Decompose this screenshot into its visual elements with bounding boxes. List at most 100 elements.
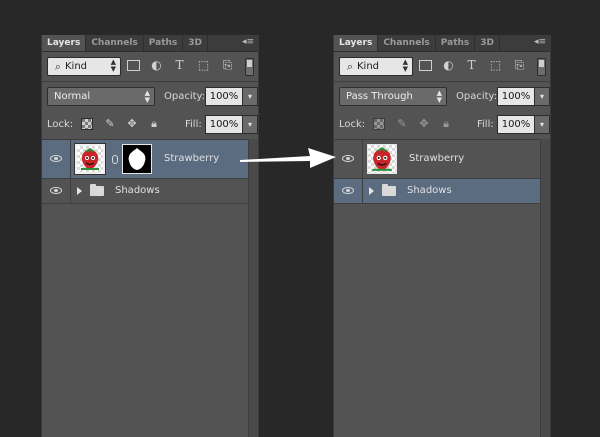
- chevron-updown-icon: ▲ ▼: [402, 58, 408, 73]
- filter-kind-select[interactable]: ⌕ Kind ▲ ▼: [47, 57, 121, 76]
- opacity-dropdown-button[interactable]: ▾: [534, 87, 550, 106]
- search-icon: ⌕: [54, 59, 62, 73]
- layer-thumbnail[interactable]: [74, 143, 106, 175]
- fill-label: Fill:: [185, 119, 202, 130]
- fill-dropdown-button[interactable]: ▾: [242, 115, 258, 134]
- layers-panel-before: Layers Channels Paths 3D ◂≡ ⌕ Kind ▲ ▼ ◐ …: [41, 35, 259, 437]
- panel-tab-bar: Layers Channels Paths 3D ◂≡: [42, 35, 258, 52]
- layer-thumbnail[interactable]: [367, 144, 397, 174]
- filter-toggle-switch[interactable]: [537, 58, 546, 76]
- shape-filter-icon[interactable]: ⬚: [488, 58, 503, 73]
- image-filter-icon[interactable]: [127, 60, 140, 71]
- lock-image-icon[interactable]: ✎: [396, 118, 408, 130]
- panel-menu-icon[interactable]: ◂≡: [242, 37, 254, 47]
- layer-row-shadows[interactable]: Shadows: [334, 179, 541, 204]
- layer-mask-thumbnail[interactable]: [122, 144, 152, 174]
- opacity-label: Opacity:: [456, 91, 498, 102]
- filter-toggle-switch[interactable]: [245, 58, 254, 76]
- tab-layers[interactable]: Layers: [42, 35, 87, 51]
- lock-all-icon[interactable]: 🔒︎: [440, 118, 452, 130]
- chevron-updown-icon: ▲ ▼: [110, 58, 116, 73]
- tab-3d[interactable]: 3D: [183, 35, 208, 51]
- lock-position-icon[interactable]: ✥: [418, 118, 430, 130]
- visibility-toggle[interactable]: [42, 179, 71, 203]
- layers-panel-after: Layers Channels Paths 3D ◂≡ ⌕ Kind ▲ ▼ ◐ …: [333, 35, 551, 437]
- lock-label: Lock:: [339, 119, 366, 130]
- folder-icon: [382, 184, 396, 196]
- opacity-input[interactable]: 100%: [497, 87, 535, 106]
- visibility-toggle[interactable]: [334, 179, 363, 203]
- tab-paths[interactable]: Paths: [436, 35, 476, 51]
- mask-link-icon[interactable]: [112, 155, 118, 164]
- layer-row-strawberry[interactable]: Strawberry: [334, 140, 541, 179]
- eye-icon: [342, 155, 354, 162]
- blend-mode-select[interactable]: Pass Through ▲ ▼: [339, 87, 447, 106]
- tab-channels[interactable]: Channels: [86, 35, 144, 51]
- right-arrow-icon: [240, 148, 336, 168]
- layer-name: Strawberry: [409, 153, 465, 164]
- mask-shape-icon: [128, 148, 146, 170]
- adjustment-filter-icon[interactable]: ◐: [441, 58, 456, 73]
- layer-name: Shadows: [407, 185, 452, 196]
- layers-scrollbar[interactable]: [248, 139, 258, 437]
- lock-label: Lock:: [47, 119, 74, 130]
- strawberry-thumbnail-icon: [81, 148, 99, 170]
- layers-list: Strawberry Shadows: [42, 139, 249, 437]
- fill-input[interactable]: 100%: [497, 115, 535, 134]
- chevron-updown-icon: ▲ ▼: [144, 89, 150, 104]
- tab-channels[interactable]: Channels: [378, 35, 436, 51]
- eye-icon: [342, 187, 354, 194]
- strawberry-thumbnail-icon: [372, 147, 392, 171]
- visibility-toggle[interactable]: [42, 140, 71, 178]
- folder-icon: [90, 184, 104, 196]
- blend-mode-select[interactable]: Normal ▲ ▼: [47, 87, 155, 106]
- opacity-input[interactable]: 100%: [205, 87, 243, 106]
- layer-row-shadows[interactable]: Shadows: [42, 179, 249, 204]
- fill-label: Fill:: [477, 119, 494, 130]
- tab-layers[interactable]: Layers: [334, 35, 379, 51]
- filter-kind-label: Kind: [65, 61, 88, 72]
- image-filter-icon[interactable]: [419, 60, 432, 71]
- blend-row: Normal ▲ ▼ Opacity: 100% ▾: [42, 82, 258, 110]
- expand-triangle-icon[interactable]: [77, 187, 82, 195]
- layers-scrollbar[interactable]: [540, 139, 550, 437]
- shape-filter-icon[interactable]: ⬚: [196, 58, 211, 73]
- fill-input[interactable]: 100%: [205, 115, 243, 134]
- blend-mode-value: Normal: [54, 91, 91, 102]
- expand-triangle-icon[interactable]: [369, 187, 374, 195]
- search-icon: ⌕: [346, 59, 354, 73]
- type-filter-icon[interactable]: T: [464, 58, 479, 73]
- lock-image-icon[interactable]: ✎: [104, 118, 116, 130]
- blend-row: Pass Through ▲ ▼ Opacity: 100% ▾: [334, 82, 550, 110]
- opacity-label: Opacity:: [164, 91, 206, 102]
- blend-mode-value: Pass Through: [346, 91, 413, 102]
- layer-name: Shadows: [115, 185, 160, 196]
- eye-icon: [50, 155, 62, 162]
- layer-row-strawberry[interactable]: Strawberry: [42, 140, 249, 179]
- lock-position-icon[interactable]: ✥: [126, 118, 138, 130]
- filter-row: ⌕ Kind ▲ ▼ ◐ T ⬚ ⎘: [334, 52, 550, 81]
- filter-kind-select[interactable]: ⌕ Kind ▲ ▼: [339, 57, 413, 76]
- lock-all-icon[interactable]: 🔒︎: [148, 118, 160, 130]
- layer-name: Strawberry: [164, 153, 220, 164]
- lock-transparent-icon[interactable]: [81, 118, 93, 130]
- tab-3d[interactable]: 3D: [475, 35, 500, 51]
- tab-paths[interactable]: Paths: [144, 35, 184, 51]
- lock-row: Lock: ✎ ✥ 🔒︎ Fill: 100% ▾: [334, 110, 550, 138]
- eye-icon: [50, 187, 62, 194]
- type-filter-icon[interactable]: T: [172, 58, 187, 73]
- lock-row: Lock: ✎ ✥ 🔒︎ Fill: 100% ▾: [42, 110, 258, 138]
- layers-list: Strawberry Shadows: [334, 139, 541, 437]
- smart-object-filter-icon[interactable]: ⎘: [220, 58, 235, 73]
- adjustment-filter-icon[interactable]: ◐: [149, 58, 164, 73]
- filter-row: ⌕ Kind ▲ ▼ ◐ T ⬚ ⎘: [42, 52, 258, 81]
- smart-object-filter-icon[interactable]: ⎘: [512, 58, 527, 73]
- panel-menu-icon[interactable]: ◂≡: [534, 37, 546, 47]
- opacity-dropdown-button[interactable]: ▾: [242, 87, 258, 106]
- fill-dropdown-button[interactable]: ▾: [534, 115, 550, 134]
- lock-transparent-icon[interactable]: [373, 118, 385, 130]
- chevron-updown-icon: ▲ ▼: [436, 89, 442, 104]
- filter-kind-label: Kind: [357, 61, 380, 72]
- panel-tab-bar: Layers Channels Paths 3D ◂≡: [334, 35, 550, 52]
- visibility-toggle[interactable]: [334, 140, 363, 178]
